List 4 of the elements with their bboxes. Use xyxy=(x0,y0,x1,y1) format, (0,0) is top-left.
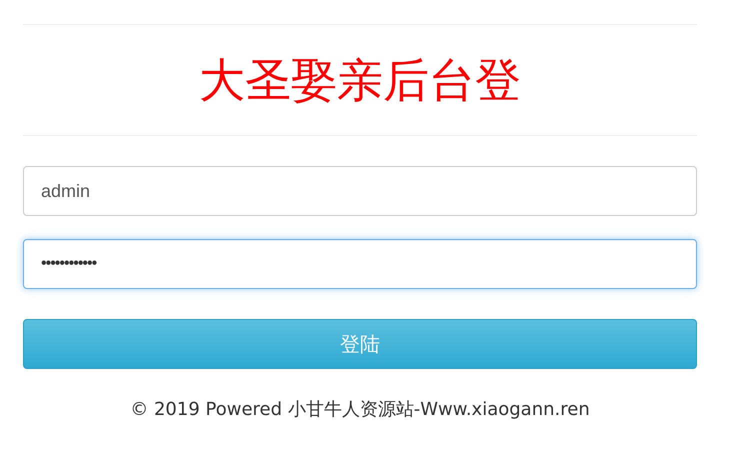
password-field[interactable]: •••••••••••• xyxy=(23,239,697,289)
username-field[interactable]: admin xyxy=(23,166,697,216)
page-title: 大圣娶亲后台登 xyxy=(198,52,522,109)
copyright-text: © 2019 Powered 小甘牛人资源站-Www.xiaogann.ren xyxy=(130,399,590,420)
